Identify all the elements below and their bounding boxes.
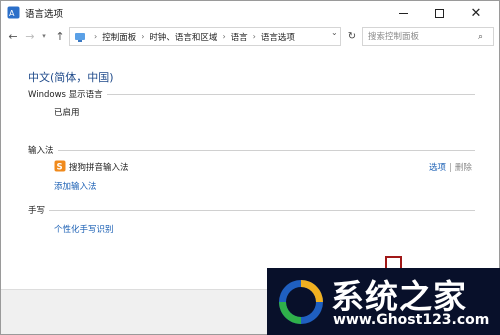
input-method-title: 输入法 bbox=[28, 144, 58, 156]
close-button[interactable]: ✕ bbox=[460, 1, 492, 25]
minimize-button[interactable] bbox=[387, 1, 419, 25]
minimize-icon bbox=[398, 12, 408, 14]
arrow-left-icon: ← bbox=[8, 29, 18, 43]
search-box[interactable]: ⌕ bbox=[362, 27, 494, 46]
watermark-logo bbox=[279, 280, 323, 324]
chevron-down-icon: ▾ bbox=[42, 32, 46, 40]
section-divider bbox=[28, 150, 475, 151]
forward-button[interactable]: → bbox=[23, 28, 37, 44]
handwriting-title: 手写 bbox=[28, 204, 50, 216]
address-bar[interactable]: › 控制面板 › 时钟、语言和区域 › 语言 › 语言选项 bbox=[69, 27, 341, 46]
search-icon[interactable]: ⌕ bbox=[478, 32, 483, 42]
arrow-up-icon: ↑ bbox=[55, 29, 65, 43]
back-button[interactable]: ← bbox=[6, 28, 20, 44]
add-input-method-link[interactable]: 添加输入法 bbox=[54, 180, 97, 192]
up-button[interactable]: ↑ bbox=[53, 28, 67, 44]
sogou-ime-icon: S bbox=[54, 160, 66, 172]
breadcrumb-separator: › bbox=[94, 32, 98, 41]
refresh-button[interactable]: ↻ bbox=[345, 27, 359, 46]
breadcrumb-language-options[interactable]: 语言选项 bbox=[261, 31, 295, 43]
search-input[interactable] bbox=[363, 29, 476, 44]
breadcrumb-separator: › bbox=[222, 32, 226, 41]
breadcrumb-clock-language-region[interactable]: 时钟、语言和区域 bbox=[149, 31, 217, 43]
input-method-actions: 选项 | 删除 bbox=[429, 161, 472, 173]
language-icon: A bbox=[7, 6, 20, 19]
recent-locations-button[interactable]: ▾ bbox=[37, 28, 51, 44]
svg-text:A: A bbox=[9, 9, 15, 18]
title-bar: A 语言选项 ✕ bbox=[1, 1, 499, 25]
refresh-icon: ↻ bbox=[347, 31, 357, 42]
window-title: 语言选项 bbox=[25, 9, 64, 20]
main-content: 中文(简体，中国) Windows 显示语言 已启用 输入法 S 搜狗拼音输入法… bbox=[1, 49, 499, 289]
display-language-title: Windows 显示语言 bbox=[28, 88, 107, 100]
breadcrumb-separator: › bbox=[141, 32, 145, 41]
breadcrumb-control-panel[interactable]: 控制面板 bbox=[102, 31, 136, 43]
language-heading: 中文(简体，中国) bbox=[28, 71, 114, 84]
maximize-button[interactable] bbox=[423, 1, 455, 25]
display-language-status: 已启用 bbox=[54, 108, 80, 118]
breadcrumb-separator: › bbox=[252, 32, 256, 41]
arrow-right-icon: → bbox=[25, 29, 35, 43]
address-dropdown-icon[interactable]: ⌄ bbox=[331, 28, 338, 37]
navigation-bar: ← → ▾ ↑ › 控制面板 › 时钟、语言和区域 › 语言 › 语言选项 ⌄ … bbox=[1, 25, 499, 47]
watermark-title: 系统之家 bbox=[331, 277, 467, 316]
input-method-name: 搜狗拼音输入法 bbox=[69, 163, 129, 173]
close-icon: ✕ bbox=[470, 5, 482, 21]
watermark-url: www.Ghost123.com bbox=[333, 312, 490, 328]
action-separator: | bbox=[449, 163, 452, 173]
control-panel-icon bbox=[75, 32, 85, 42]
maximize-icon bbox=[434, 8, 444, 18]
svg-text:S: S bbox=[57, 163, 63, 173]
input-method-remove-link[interactable]: 删除 bbox=[455, 163, 472, 173]
watermark: 系统之家 www.Ghost123.com bbox=[267, 268, 500, 335]
input-method-options-link[interactable]: 选项 bbox=[429, 163, 446, 173]
breadcrumb-language[interactable]: 语言 bbox=[231, 31, 248, 43]
personalize-handwriting-link[interactable]: 个性化手写识别 bbox=[54, 223, 114, 235]
section-divider bbox=[28, 210, 475, 211]
